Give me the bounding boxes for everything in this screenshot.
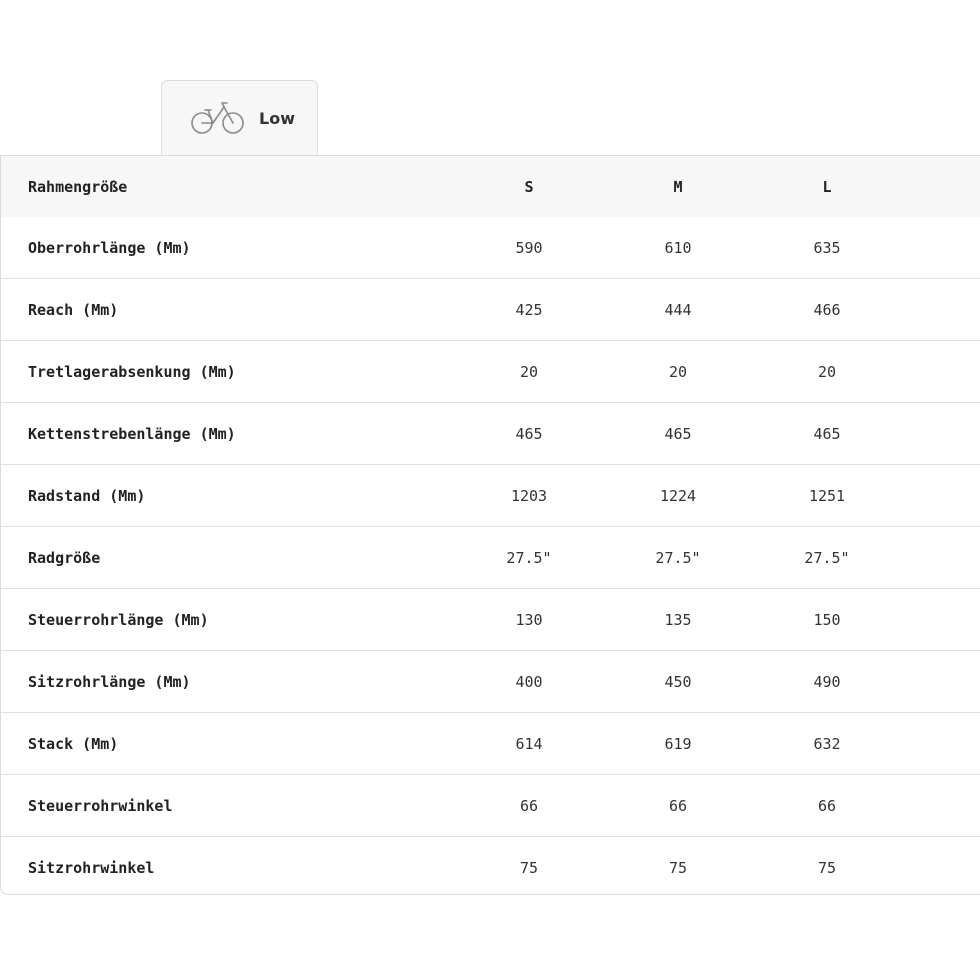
row-label: Kettenstrebenlänge (Mm) xyxy=(28,424,236,443)
header-label: Rahmengröße xyxy=(28,177,128,196)
cell-value: 20 xyxy=(817,362,837,381)
row-label: Steuerrohrlänge (Mm) xyxy=(28,610,209,629)
table-row: Steuerrohrwinkel 66 66 66 xyxy=(1,775,980,837)
cell-value: 619 xyxy=(664,734,692,753)
cell-value: 400 xyxy=(515,672,543,691)
cell-value: 450 xyxy=(664,672,692,691)
cell-value: 465 xyxy=(664,424,692,443)
cell-value: 632 xyxy=(813,734,841,753)
cell-value: 75 xyxy=(817,859,837,877)
cell-value: 490 xyxy=(813,672,841,691)
cell-value: 444 xyxy=(664,300,692,319)
row-label: Radgröße xyxy=(28,548,101,567)
cell-value: 20 xyxy=(668,362,688,381)
table-row: Reach (Mm) 425 444 466 xyxy=(1,279,980,341)
cell-value: 466 xyxy=(813,300,841,319)
size-column-header: S xyxy=(524,177,534,196)
table-row: Sitzrohrwinkel 75 75 75 xyxy=(1,837,980,894)
cell-value: 1224 xyxy=(659,486,697,505)
frame-type-tab-low[interactable]: Low xyxy=(161,80,318,155)
cell-value: 75 xyxy=(519,859,539,877)
row-label: Sitzrohrlänge (Mm) xyxy=(28,672,191,691)
cell-value: 425 xyxy=(515,300,543,319)
row-label: Stack (Mm) xyxy=(28,734,119,753)
table-row: Stack (Mm) 614 619 632 xyxy=(1,713,980,775)
bicycle-icon xyxy=(191,102,244,134)
size-column-header: M xyxy=(673,177,683,196)
size-column-header: L xyxy=(822,177,832,196)
geometry-table: Rahmengröße S M L Oberrohrlänge (Mm) 590… xyxy=(0,155,980,895)
table-row: Kettenstrebenlänge (Mm) 465 465 465 xyxy=(1,403,980,465)
cell-value: 130 xyxy=(515,610,543,629)
tab-label: Low xyxy=(259,108,295,128)
cell-value: 66 xyxy=(668,796,688,815)
cell-value: 614 xyxy=(515,734,543,753)
cell-value: 150 xyxy=(813,610,841,629)
row-label: Steuerrohrwinkel xyxy=(28,796,173,815)
cell-value: 135 xyxy=(664,610,692,629)
row-label: Sitzrohrwinkel xyxy=(28,859,155,877)
cell-value: 1203 xyxy=(510,486,548,505)
cell-value: 610 xyxy=(664,238,692,257)
cell-value: 20 xyxy=(519,362,539,381)
cell-value: 465 xyxy=(515,424,543,443)
cell-value: 465 xyxy=(813,424,841,443)
row-label: Radstand (Mm) xyxy=(28,486,146,505)
cell-value: 590 xyxy=(515,238,543,257)
cell-value: 66 xyxy=(817,796,837,815)
table-row: Sitzrohrlänge (Mm) 400 450 490 xyxy=(1,651,980,713)
cell-value: 27.5" xyxy=(804,548,850,567)
cell-value: 27.5" xyxy=(655,548,701,567)
row-label: Reach (Mm) xyxy=(28,300,119,319)
table-row: Radstand (Mm) 1203 1224 1251 xyxy=(1,465,980,527)
row-label: Oberrohrlänge (Mm) xyxy=(28,238,191,257)
cell-value: 27.5" xyxy=(506,548,552,567)
table-row: Oberrohrlänge (Mm) 590 610 635 xyxy=(1,217,980,279)
table-header-row: Rahmengröße S M L xyxy=(1,156,980,217)
cell-value: 75 xyxy=(668,859,688,877)
table-row: Tretlagerabsenkung (Mm) 20 20 20 xyxy=(1,341,980,403)
table-row: Radgröße 27.5" 27.5" 27.5" xyxy=(1,527,980,589)
cell-value: 66 xyxy=(519,796,539,815)
row-label: Tretlagerabsenkung (Mm) xyxy=(28,362,236,381)
cell-value: 1251 xyxy=(808,486,846,505)
table-row: Steuerrohrlänge (Mm) 130 135 150 xyxy=(1,589,980,651)
cell-value: 635 xyxy=(813,238,841,257)
